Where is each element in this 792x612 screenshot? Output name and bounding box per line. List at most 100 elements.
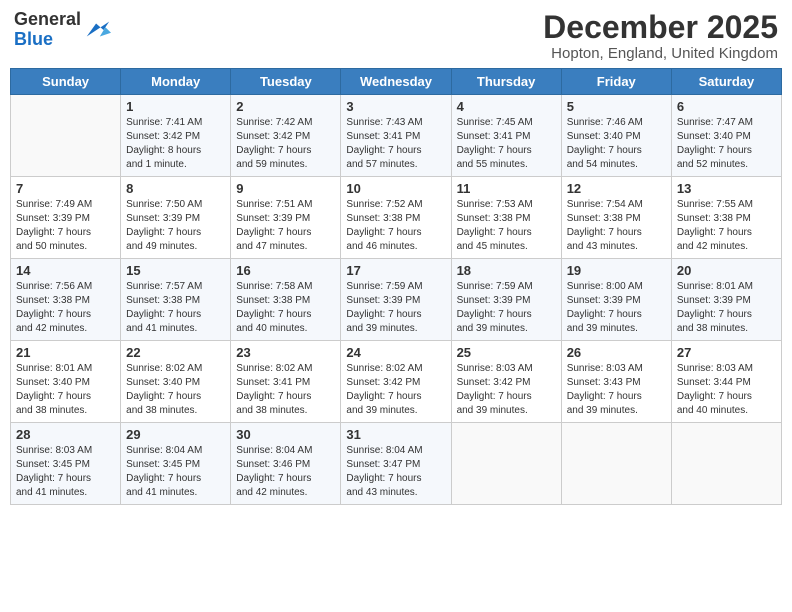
cell-info: Sunrise: 8:01 AMSunset: 3:40 PMDaylight:… bbox=[16, 362, 115, 418]
cell-info: Sunrise: 7:50 AMSunset: 3:39 PMDaylight:… bbox=[126, 198, 225, 254]
cell-info: Sunrise: 7:42 AMSunset: 3:42 PMDaylight:… bbox=[236, 116, 335, 172]
cell-info: Sunrise: 8:03 AMSunset: 3:45 PMDaylight:… bbox=[16, 444, 115, 500]
calendar-cell: 30 Sunrise: 8:04 AMSunset: 3:46 PMDayligh… bbox=[231, 423, 341, 505]
day-number: 12 bbox=[567, 181, 666, 196]
day-number: 5 bbox=[567, 99, 666, 114]
day-number: 16 bbox=[236, 263, 335, 278]
calendar-cell: 10 Sunrise: 7:52 AMSunset: 3:38 PMDayligh… bbox=[341, 177, 451, 259]
cell-info: Sunrise: 8:00 AMSunset: 3:39 PMDaylight:… bbox=[567, 280, 666, 336]
day-number: 18 bbox=[457, 263, 556, 278]
cell-info: Sunrise: 7:52 AMSunset: 3:38 PMDaylight:… bbox=[346, 198, 445, 254]
cell-info: Sunrise: 7:43 AMSunset: 3:41 PMDaylight:… bbox=[346, 116, 445, 172]
day-number: 1 bbox=[126, 99, 225, 114]
calendar-cell: 21 Sunrise: 8:01 AMSunset: 3:40 PMDayligh… bbox=[11, 341, 121, 423]
day-header-wednesday: Wednesday bbox=[341, 69, 451, 95]
cell-info: Sunrise: 8:02 AMSunset: 3:40 PMDaylight:… bbox=[126, 362, 225, 418]
day-number: 31 bbox=[346, 427, 445, 442]
calendar-cell bbox=[451, 423, 561, 505]
calendar-table: SundayMondayTuesdayWednesdayThursdayFrid… bbox=[10, 68, 782, 505]
calendar-cell: 2 Sunrise: 7:42 AMSunset: 3:42 PMDaylight… bbox=[231, 95, 341, 177]
calendar-cell: 28 Sunrise: 8:03 AMSunset: 3:45 PMDayligh… bbox=[11, 423, 121, 505]
cell-info: Sunrise: 7:57 AMSunset: 3:38 PMDaylight:… bbox=[126, 280, 225, 336]
cell-info: Sunrise: 8:03 AMSunset: 3:43 PMDaylight:… bbox=[567, 362, 666, 418]
calendar-cell: 7 Sunrise: 7:49 AMSunset: 3:39 PMDaylight… bbox=[11, 177, 121, 259]
day-number: 2 bbox=[236, 99, 335, 114]
cell-info: Sunrise: 8:04 AMSunset: 3:46 PMDaylight:… bbox=[236, 444, 335, 500]
calendar-week-row: 1 Sunrise: 7:41 AMSunset: 3:42 PMDaylight… bbox=[11, 95, 782, 177]
calendar-week-row: 21 Sunrise: 8:01 AMSunset: 3:40 PMDayligh… bbox=[11, 341, 782, 423]
day-number: 30 bbox=[236, 427, 335, 442]
calendar-cell bbox=[671, 423, 781, 505]
day-number: 20 bbox=[677, 263, 776, 278]
day-number: 24 bbox=[346, 345, 445, 360]
calendar-cell bbox=[11, 95, 121, 177]
cell-info: Sunrise: 7:56 AMSunset: 3:38 PMDaylight:… bbox=[16, 280, 115, 336]
page-header: General Blue December 2025 Hopton, Engla… bbox=[10, 10, 782, 62]
calendar-cell: 23 Sunrise: 8:02 AMSunset: 3:41 PMDayligh… bbox=[231, 341, 341, 423]
calendar-week-row: 14Sunrise: 7:56 AMSunset: 3:38 PMDayligh… bbox=[11, 259, 782, 341]
cell-info: Sunrise: 8:04 AMSunset: 3:45 PMDaylight:… bbox=[126, 444, 225, 500]
day-number: 9 bbox=[236, 181, 335, 196]
cell-info: Sunrise: 7:41 AMSunset: 3:42 PMDaylight:… bbox=[126, 116, 225, 172]
day-number: 4 bbox=[457, 99, 556, 114]
day-number: 15 bbox=[126, 263, 225, 278]
month-title: December 2025 bbox=[543, 10, 778, 45]
day-number: 25 bbox=[457, 345, 556, 360]
calendar-cell: 16Sunrise: 7:58 AMSunset: 3:38 PMDayligh… bbox=[231, 259, 341, 341]
cell-info: Sunrise: 7:47 AMSunset: 3:40 PMDaylight:… bbox=[677, 116, 776, 172]
calendar-cell: 3 Sunrise: 7:43 AMSunset: 3:41 PMDaylight… bbox=[341, 95, 451, 177]
calendar-cell: 20 Sunrise: 8:01 AMSunset: 3:39 PMDayligh… bbox=[671, 259, 781, 341]
cell-info: Sunrise: 8:02 AMSunset: 3:41 PMDaylight:… bbox=[236, 362, 335, 418]
calendar-cell: 14Sunrise: 7:56 AMSunset: 3:38 PMDayligh… bbox=[11, 259, 121, 341]
cell-info: Sunrise: 8:02 AMSunset: 3:42 PMDaylight:… bbox=[346, 362, 445, 418]
cell-info: Sunrise: 7:46 AMSunset: 3:40 PMDaylight:… bbox=[567, 116, 666, 172]
calendar-cell: 6Sunrise: 7:47 AMSunset: 3:40 PMDaylight… bbox=[671, 95, 781, 177]
day-number: 3 bbox=[346, 99, 445, 114]
day-number: 21 bbox=[16, 345, 115, 360]
day-header-monday: Monday bbox=[121, 69, 231, 95]
calendar-cell: 31Sunrise: 8:04 AMSunset: 3:47 PMDayligh… bbox=[341, 423, 451, 505]
day-number: 27 bbox=[677, 345, 776, 360]
cell-info: Sunrise: 7:59 AMSunset: 3:39 PMDaylight:… bbox=[457, 280, 556, 336]
day-header-thursday: Thursday bbox=[451, 69, 561, 95]
day-header-sunday: Sunday bbox=[11, 69, 121, 95]
calendar-week-row: 7 Sunrise: 7:49 AMSunset: 3:39 PMDaylight… bbox=[11, 177, 782, 259]
calendar-cell: 19Sunrise: 8:00 AMSunset: 3:39 PMDayligh… bbox=[561, 259, 671, 341]
cell-info: Sunrise: 8:01 AMSunset: 3:39 PMDaylight:… bbox=[677, 280, 776, 336]
calendar-cell: 5 Sunrise: 7:46 AMSunset: 3:40 PMDaylight… bbox=[561, 95, 671, 177]
day-number: 13 bbox=[677, 181, 776, 196]
calendar-cell: 22 Sunrise: 8:02 AMSunset: 3:40 PMDayligh… bbox=[121, 341, 231, 423]
logo-general-text: General bbox=[14, 9, 81, 29]
cell-info: Sunrise: 7:51 AMSunset: 3:39 PMDaylight:… bbox=[236, 198, 335, 254]
calendar-cell: 9 Sunrise: 7:51 AMSunset: 3:39 PMDaylight… bbox=[231, 177, 341, 259]
day-number: 23 bbox=[236, 345, 335, 360]
cell-info: Sunrise: 7:45 AMSunset: 3:41 PMDaylight:… bbox=[457, 116, 556, 172]
calendar-cell: 1 Sunrise: 7:41 AMSunset: 3:42 PMDaylight… bbox=[121, 95, 231, 177]
day-number: 26 bbox=[567, 345, 666, 360]
cell-info: Sunrise: 7:49 AMSunset: 3:39 PMDaylight:… bbox=[16, 198, 115, 254]
logo-icon bbox=[83, 16, 111, 44]
calendar-cell: 15 Sunrise: 7:57 AMSunset: 3:38 PMDayligh… bbox=[121, 259, 231, 341]
day-number: 10 bbox=[346, 181, 445, 196]
calendar-cell: 24 Sunrise: 8:02 AMSunset: 3:42 PMDayligh… bbox=[341, 341, 451, 423]
cell-info: Sunrise: 7:59 AMSunset: 3:39 PMDaylight:… bbox=[346, 280, 445, 336]
day-number: 29 bbox=[126, 427, 225, 442]
cell-info: Sunrise: 7:55 AMSunset: 3:38 PMDaylight:… bbox=[677, 198, 776, 254]
calendar-cell: 11 Sunrise: 7:53 AMSunset: 3:38 PMDayligh… bbox=[451, 177, 561, 259]
calendar-cell: 29 Sunrise: 8:04 AMSunset: 3:45 PMDayligh… bbox=[121, 423, 231, 505]
cell-info: Sunrise: 8:03 AMSunset: 3:44 PMDaylight:… bbox=[677, 362, 776, 418]
day-number: 8 bbox=[126, 181, 225, 196]
day-number: 11 bbox=[457, 181, 556, 196]
calendar-cell: 25Sunrise: 8:03 AMSunset: 3:42 PMDayligh… bbox=[451, 341, 561, 423]
calendar-cell: 12Sunrise: 7:54 AMSunset: 3:38 PMDayligh… bbox=[561, 177, 671, 259]
day-number: 22 bbox=[126, 345, 225, 360]
day-number: 28 bbox=[16, 427, 115, 442]
day-number: 7 bbox=[16, 181, 115, 196]
calendar-cell: 27 Sunrise: 8:03 AMSunset: 3:44 PMDayligh… bbox=[671, 341, 781, 423]
location-subtitle: Hopton, England, United Kingdom bbox=[543, 45, 778, 62]
title-block: December 2025 Hopton, England, United Ki… bbox=[543, 10, 778, 62]
cell-info: Sunrise: 7:53 AMSunset: 3:38 PMDaylight:… bbox=[457, 198, 556, 254]
calendar-cell: 17Sunrise: 7:59 AMSunset: 3:39 PMDayligh… bbox=[341, 259, 451, 341]
calendar-header-row: SundayMondayTuesdayWednesdayThursdayFrid… bbox=[11, 69, 782, 95]
logo-blue-text: Blue bbox=[14, 29, 53, 49]
